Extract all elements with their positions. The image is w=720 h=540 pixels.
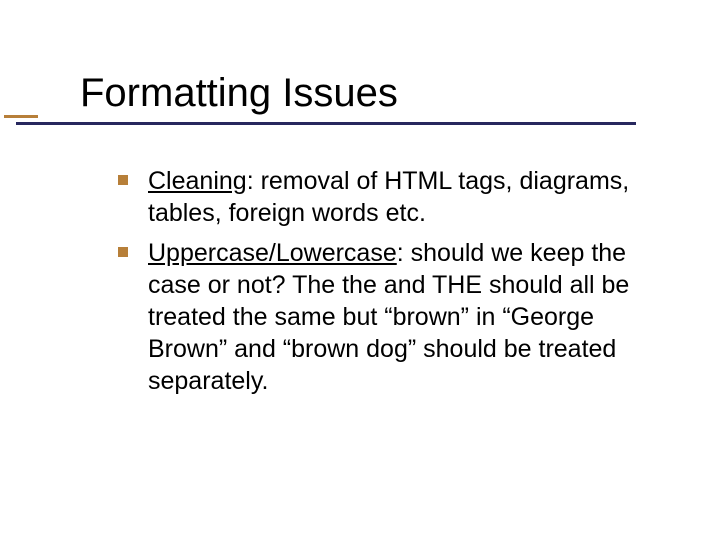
slide-title: Formatting Issues [80, 70, 680, 116]
square-bullet-icon [118, 247, 128, 257]
title-underline [16, 122, 636, 125]
bullet-lead-term: Cleaning [148, 167, 247, 195]
title-block: Formatting Issues [80, 70, 680, 125]
slide-body: Cleaning: removal of HTML tags, diagrams… [118, 165, 670, 405]
bullet-lead-term: Uppercase/Lowercase [148, 239, 397, 267]
slide: Formatting Issues Cleaning: removal of H… [0, 0, 720, 540]
list-item: Cleaning: removal of HTML tags, diagrams… [118, 165, 670, 229]
list-item: Uppercase/Lowercase: should we keep the … [118, 237, 670, 397]
title-accent-bar [4, 115, 38, 118]
square-bullet-icon [118, 175, 128, 185]
